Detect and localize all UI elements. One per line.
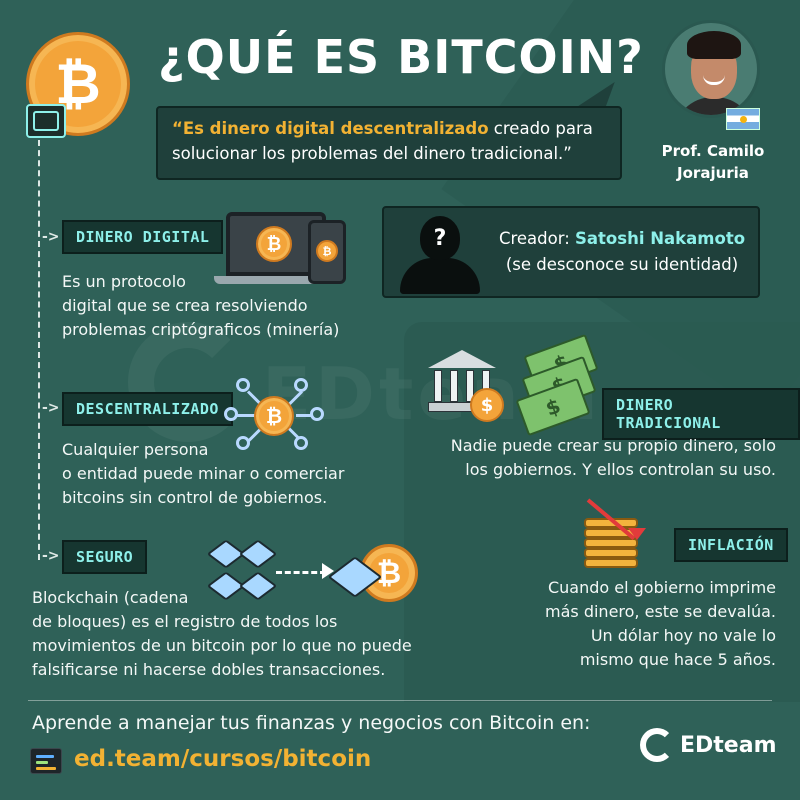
creator-text: Creador: Satoshi Nakamoto (se desconoce … bbox=[498, 229, 746, 274]
quote-highlight: “Es dinero digital descentralizado bbox=[172, 119, 489, 138]
edteam-logo[interactable]: EDteam bbox=[640, 728, 777, 762]
edteam-logo-icon bbox=[640, 728, 674, 762]
chip-inner-icon bbox=[33, 111, 59, 131]
decentralized-description: Cualquier persona o entidad puede minar … bbox=[62, 440, 345, 507]
edteam-brand-text: EDteam bbox=[680, 732, 777, 758]
label-decentralized: DESCENTRALIZADO bbox=[62, 392, 233, 426]
traditional-money-description: Nadie puede crear su propio dinero, solo… bbox=[450, 436, 776, 479]
bitcoin-coin-icon: ₿ bbox=[316, 240, 338, 262]
bitcoin-coin-icon: ₿ bbox=[254, 396, 294, 436]
footer-text: Aprende a manejar tus finanzas y negocio… bbox=[32, 712, 591, 734]
connector-line bbox=[38, 140, 40, 560]
silhouette-icon bbox=[400, 258, 480, 294]
label-traditional-money: DINERO TRADICIONAL bbox=[602, 388, 800, 440]
dashed-arrow-icon bbox=[276, 571, 326, 574]
page-title: ¿QUÉ ES BITCOIN? bbox=[158, 30, 644, 84]
unknown-person-icon: ? bbox=[420, 216, 460, 260]
footer-divider bbox=[28, 700, 772, 701]
label-inflation: INFLACIÓN bbox=[674, 528, 788, 562]
creator-box: ? Creador: Satoshi Nakamoto (se desconoc… bbox=[382, 206, 760, 298]
label-digital-money: DINERO DIGITAL bbox=[62, 220, 224, 254]
arrow-icon: -> bbox=[42, 548, 60, 564]
digital-money-description: Es un protocolo digital que se crea reso… bbox=[62, 272, 340, 339]
terminal-icon bbox=[30, 748, 62, 774]
label-secure: SEGURO bbox=[62, 540, 148, 574]
arrow-icon: -> bbox=[42, 229, 60, 245]
dollar-coin-icon: $ bbox=[470, 388, 504, 422]
quote-box: “Es dinero digital descentralizado cread… bbox=[156, 106, 622, 180]
secure-description: Blockchain (cadena de bloques) es el reg… bbox=[32, 588, 412, 679]
arrow-icon: -> bbox=[42, 400, 60, 416]
decline-arrow-head-icon bbox=[628, 528, 646, 540]
bitcoin-coin-icon: ₿ bbox=[256, 226, 292, 262]
argentina-flag-icon bbox=[726, 108, 760, 130]
professor-name: Prof. Camilo Jorajuria bbox=[661, 142, 765, 182]
profile-photo bbox=[662, 20, 760, 118]
inflation-description: Cuando el gobierno imprime más dinero, e… bbox=[545, 578, 776, 669]
creator-name: Satoshi Nakamoto bbox=[575, 229, 746, 248]
course-link[interactable]: ed.team/cursos/bitcoin bbox=[74, 746, 371, 772]
